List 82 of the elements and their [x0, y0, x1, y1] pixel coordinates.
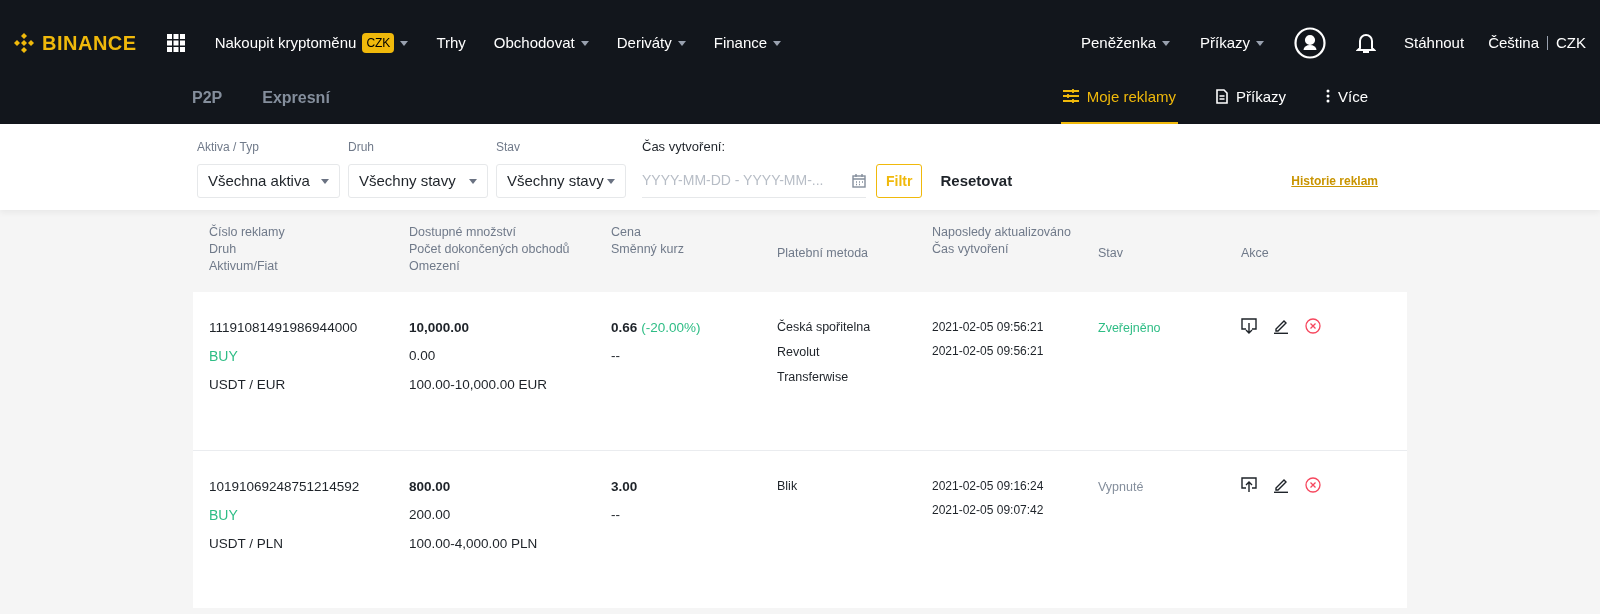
nav-link[interactable]: Nakoupit kryptoměnu	[214, 31, 357, 55]
available-amount: 800.00	[409, 478, 452, 496]
updated-time: 2021-02-05 09:56:21	[932, 319, 1045, 336]
download-icon[interactable]	[1241, 318, 1257, 334]
exchange-rate: --	[611, 347, 621, 366]
filter-label: Druh	[348, 139, 375, 156]
more-icon	[1326, 89, 1330, 103]
select-field[interactable]: Všechna aktiva	[197, 164, 340, 198]
select-field[interactable]: Všechny stavy	[348, 164, 488, 198]
ad-status: Vypnuté	[1098, 480, 1144, 494]
price: 0.66	[611, 319, 638, 337]
filter-label: Aktiva / Typ	[197, 139, 260, 156]
completed-trades: 200.00	[409, 506, 452, 525]
caret-icon	[607, 178, 615, 184]
bell-icon[interactable]	[1356, 32, 1377, 54]
ad-number: 11191081491986944000	[209, 319, 359, 337]
ad-number: 10191069248751214592	[209, 478, 361, 496]
document-icon	[1215, 89, 1228, 104]
nav-link[interactable]: Finance	[713, 31, 768, 55]
currency-badge: CZK	[362, 33, 395, 53]
calendar-icon	[852, 173, 866, 188]
completed-trades: 0.00	[409, 347, 437, 366]
logo-icon	[12, 31, 36, 55]
nav-link[interactable]: Peněženka	[1081, 31, 1157, 55]
column-header: Omezení	[409, 258, 461, 275]
payment-method: Transferwise	[777, 368, 850, 386]
nav-link[interactable]: Příkazy	[1200, 31, 1251, 55]
download-link[interactable]: Stáhnout	[1404, 31, 1465, 55]
created-time: 2021-02-05 09:07:42	[932, 502, 1045, 519]
column-header: Směnný kurz	[611, 241, 685, 258]
nav-link[interactable]: Trhy	[436, 31, 466, 55]
available-amount: 10,000.00	[409, 319, 471, 337]
asset-pair: USDT / PLN	[209, 535, 285, 554]
trade-side: BUY	[209, 506, 239, 526]
filter-label: Čas vytvoření:	[642, 137, 727, 156]
column-header: Cena	[611, 224, 642, 241]
logo[interactable]: BINANCE	[42, 28, 137, 58]
column-header: Akce	[1241, 244, 1270, 262]
edit-icon[interactable]	[1273, 318, 1289, 334]
caret-icon	[469, 178, 477, 184]
nav-tab[interactable]: Příkazy	[1213, 86, 1288, 124]
asset-pair: USDT / EUR	[209, 376, 287, 395]
column-header: Aktivum/Fiat	[209, 258, 279, 275]
currency-selector[interactable]: CZK	[1556, 31, 1586, 55]
upload-icon[interactable]	[1241, 477, 1257, 493]
column-header: Naposledy aktualizováno	[932, 224, 1072, 241]
order-limit: 100.00-10,000.00 EUR	[409, 375, 549, 394]
payment-method: Česká spořitelna	[777, 318, 872, 336]
reset-button[interactable]: Resetovat	[940, 164, 1013, 198]
trade-side: BUY	[209, 347, 239, 367]
column-header: Stav	[1098, 244, 1124, 262]
created-time: 2021-02-05 09:56:21	[932, 343, 1045, 360]
column-header: Druh	[209, 241, 238, 258]
edit-icon[interactable]	[1273, 477, 1289, 493]
language-selector[interactable]: Čeština	[1488, 31, 1539, 55]
sliders-icon	[1062, 89, 1079, 103]
close-icon[interactable]	[1305, 318, 1321, 334]
column-header: Čas vytvoření	[932, 241, 1010, 258]
ad-status: Zveřejněno	[1098, 321, 1161, 335]
nav-link[interactable]: Obchodovat	[493, 31, 575, 55]
payment-method: Revolut	[777, 343, 821, 361]
user-icon[interactable]	[1294, 27, 1327, 59]
column-header: Číslo reklamy	[209, 224, 286, 241]
price-change: (-20.00%)	[641, 319, 701, 337]
nav-tab[interactable]: Více	[1324, 86, 1370, 124]
close-icon[interactable]	[1305, 477, 1321, 493]
updated-time: 2021-02-05 09:16:24	[932, 478, 1045, 495]
nav-tab[interactable]: Expresní	[262, 86, 330, 124]
nav-link[interactable]: Deriváty	[616, 31, 672, 55]
payment-method: Blik	[777, 478, 799, 495]
caret-icon	[321, 178, 329, 184]
date-range-field[interactable]: YYYY-MM-DD - YYYY-MM-...	[642, 170, 837, 191]
price: 3.00	[611, 478, 638, 496]
exchange-rate: --	[611, 506, 621, 525]
column-header: Dostupné množství	[409, 224, 517, 241]
apps-grid-icon[interactable]	[166, 34, 185, 52]
nav-tab[interactable]: P2P	[192, 86, 223, 124]
select-field[interactable]: Všechny stavy	[496, 164, 626, 198]
filter-label: Stav	[496, 139, 521, 156]
column-header: Platební metoda	[777, 244, 870, 262]
column-header: Počet dokončených obchodů	[409, 241, 571, 258]
order-limit: 100.00-4,000.00 PLN	[409, 534, 539, 553]
